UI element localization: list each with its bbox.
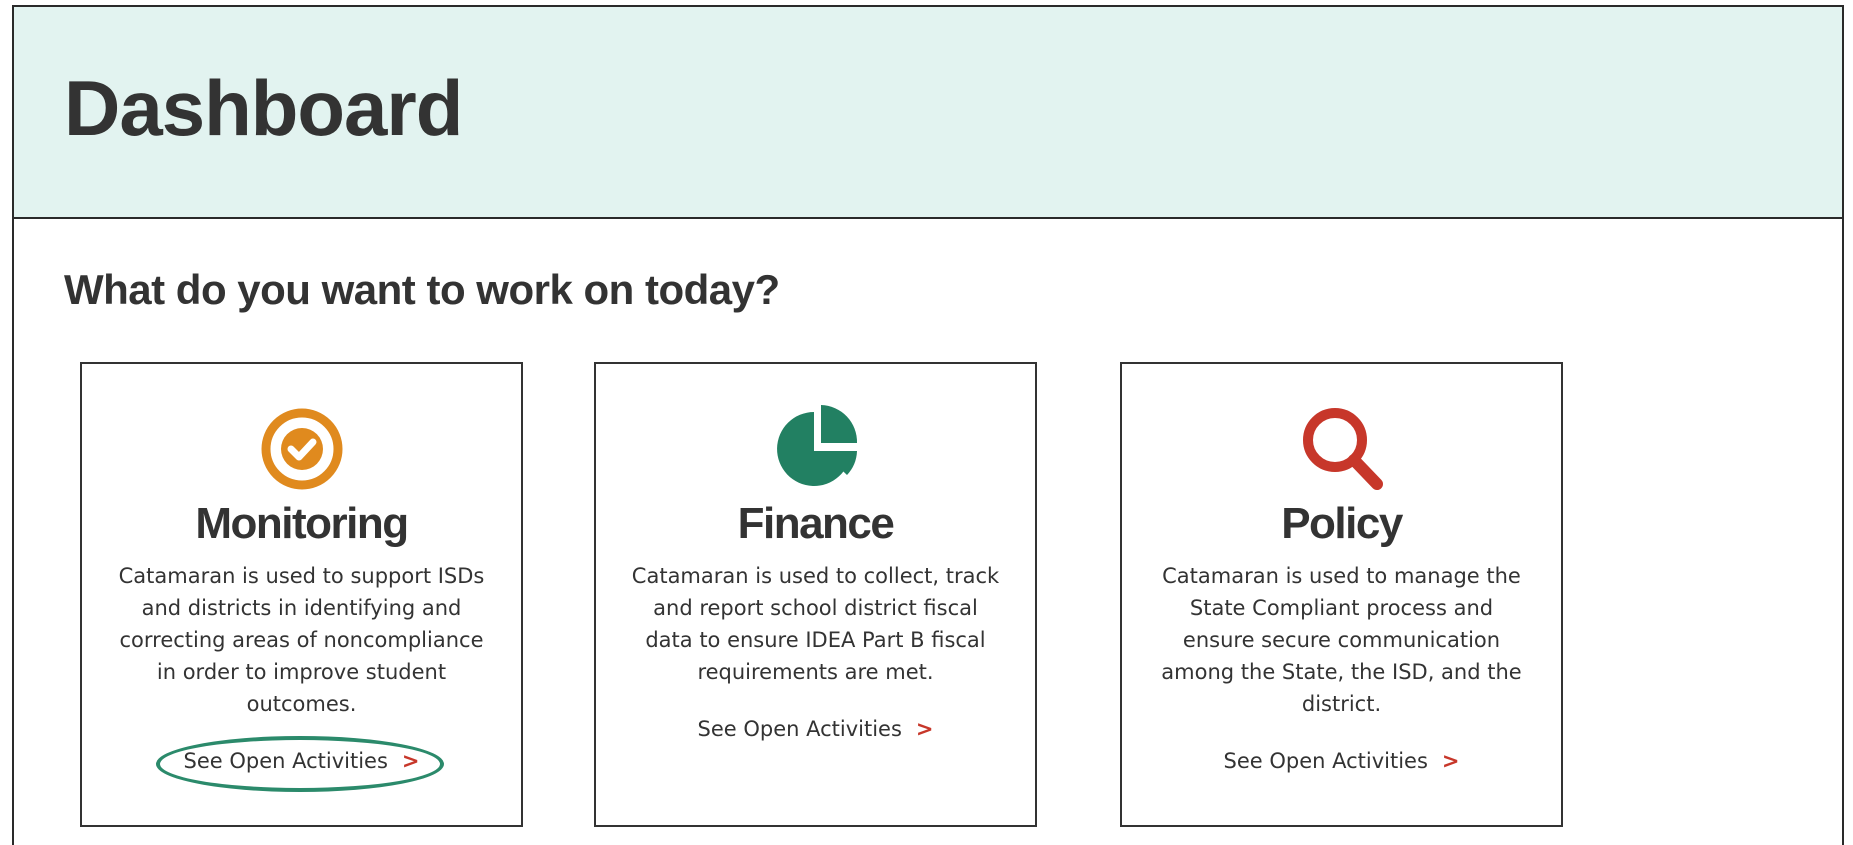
- policy-title: Policy: [1281, 499, 1403, 548]
- open-activities-label: See Open Activities: [183, 749, 388, 773]
- dashboard-frame: Dashboard What do you want to work on to…: [12, 5, 1844, 845]
- monitoring-title: Monitoring: [195, 499, 409, 548]
- pie-chart-icon: [771, 404, 861, 494]
- section-heading: What do you want to work on today?: [64, 266, 780, 313]
- search-icon: [1297, 404, 1387, 494]
- finance-open-activities-link[interactable]: See Open Activities >: [596, 717, 1035, 741]
- policy-card: Policy Catamaran is used to manage the S…: [1120, 362, 1563, 827]
- open-activities-label: See Open Activities: [1223, 749, 1428, 773]
- monitoring-card: Monitoring Catamaran is used to support …: [80, 362, 523, 827]
- policy-open-activities-link[interactable]: See Open Activities >: [1122, 749, 1561, 773]
- policy-description: Catamaran is used to manage the State Co…: [1161, 564, 1522, 716]
- finance-description: Catamaran is used to collect, track and …: [631, 564, 1000, 684]
- finance-title: Finance: [737, 499, 895, 548]
- monitoring-open-activities-link[interactable]: See Open Activities >: [82, 749, 521, 773]
- page-title: Dashboard: [64, 64, 463, 152]
- chevron-right-icon: >: [401, 749, 420, 773]
- finance-card: Finance Catamaran is used to collect, tr…: [594, 362, 1037, 827]
- open-activities-label: See Open Activities: [697, 717, 902, 741]
- monitoring-description: Catamaran is used to support ISDs and di…: [118, 564, 485, 716]
- page-header: Dashboard: [14, 7, 1842, 219]
- chevron-right-icon: >: [915, 717, 934, 741]
- check-circle-icon: [257, 404, 347, 494]
- chevron-right-icon: >: [1441, 749, 1460, 773]
